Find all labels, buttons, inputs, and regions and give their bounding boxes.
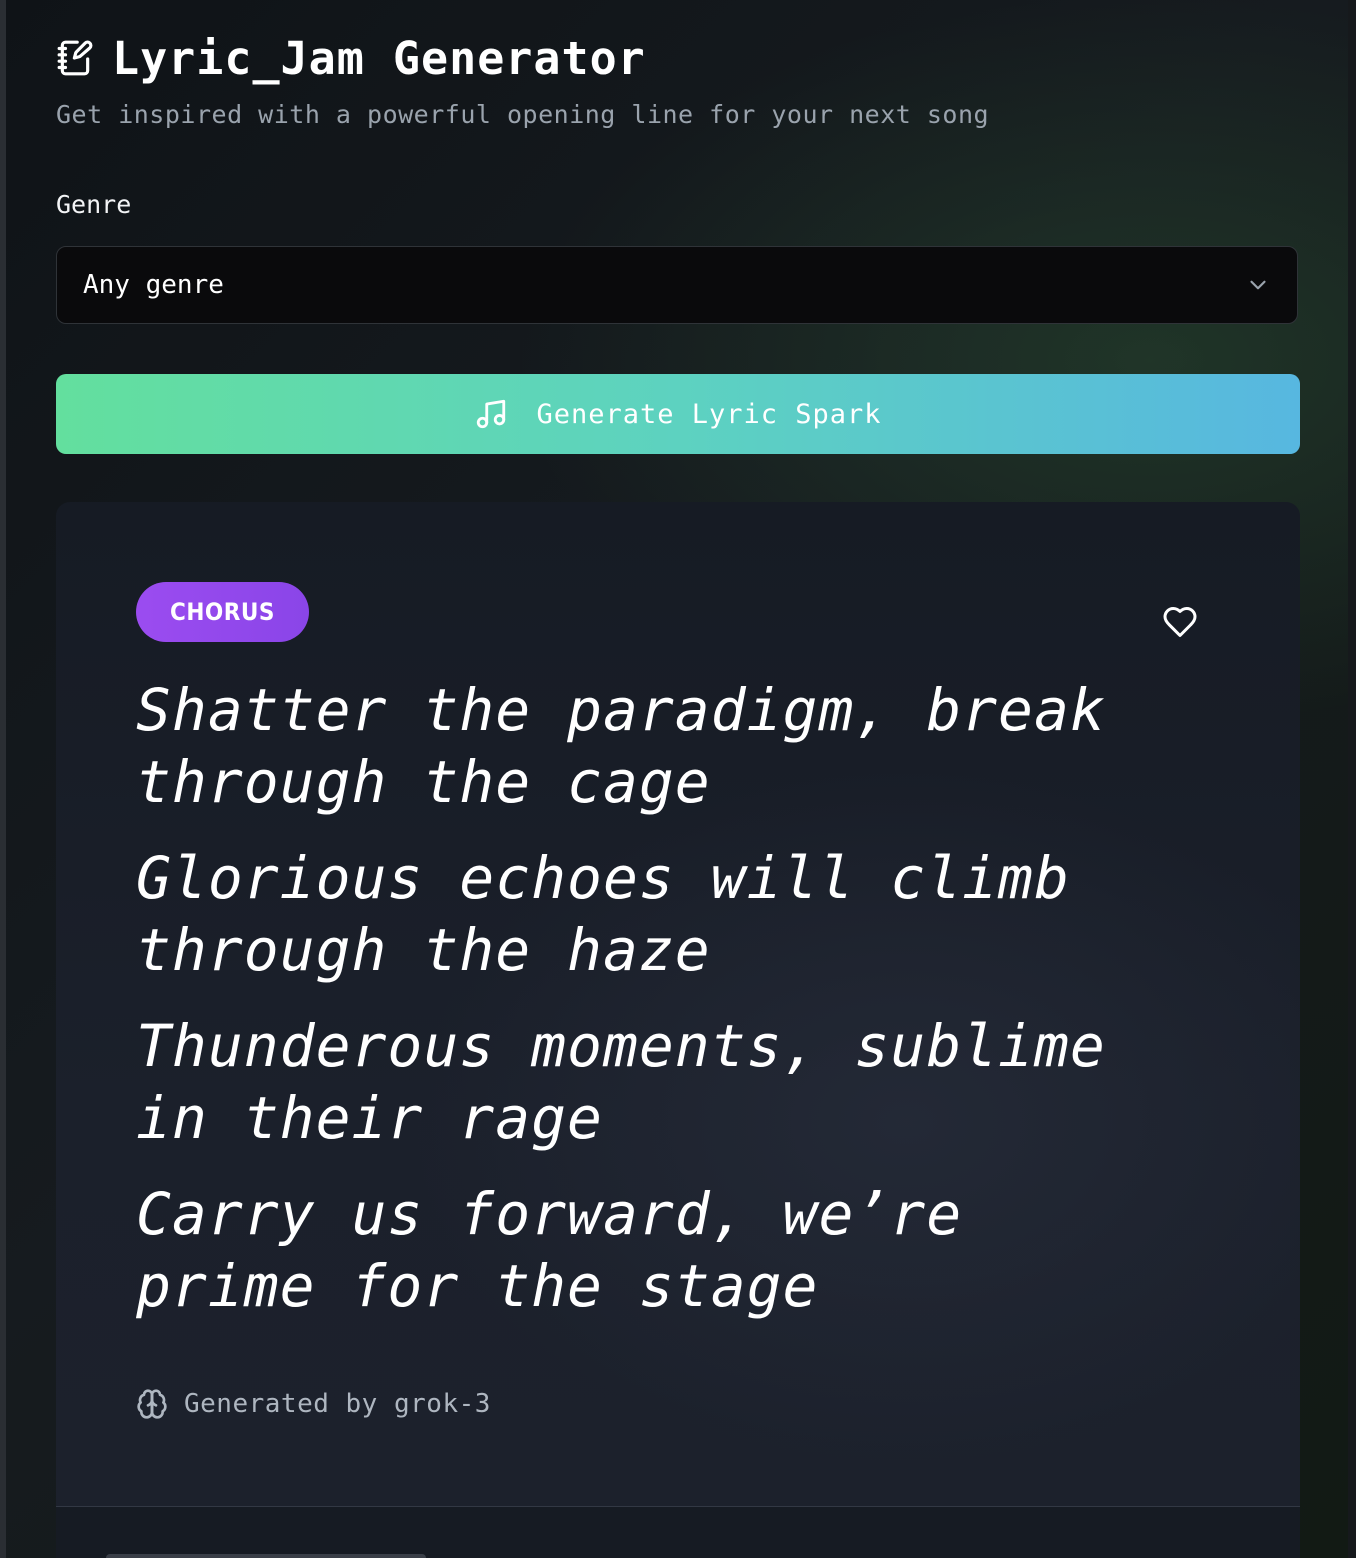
generate-button[interactable]: Generate Lyric Spark [56,374,1300,454]
heart-icon[interactable] [1162,604,1198,640]
lyric-line: Carry us forward, we’re prime for the st… [136,1180,963,1320]
genre-select[interactable]: Any genre [56,246,1298,324]
lyric-line: Glorious echoes will climb through the h… [136,844,1070,984]
brain-icon [136,1388,168,1420]
page-header: Lyric_Jam Generator Get inspired with a … [56,30,1300,130]
page-title: Lyric_Jam Generator [112,31,646,85]
genre-select-value: Any genre [83,270,224,300]
section-badge: CHORUS [136,582,309,642]
lyric-line: Thunderous moments, sublime in their rag… [136,1012,1106,1152]
window-right-edge [1348,0,1356,1558]
lyric-lines: Shatter the paradigm, break through the … [136,674,1116,1346]
lyric-card: CHORUS Shatter the paradigm, break throu… [56,502,1300,1506]
lower-panel-element [106,1554,426,1558]
generate-button-label: Generate Lyric Spark [536,398,882,430]
music-note-icon [474,397,508,431]
lower-panel [56,1507,1300,1558]
generated-by-row: Generated by grok-3 [136,1388,491,1420]
title-row: Lyric_Jam Generator [56,30,1300,86]
generated-by-text: Generated by grok-3 [184,1389,491,1419]
window-left-edge [0,0,6,1558]
page-subtitle: Get inspired with a powerful opening lin… [56,100,990,129]
chevron-down-icon [1245,272,1271,298]
genre-label: Genre [56,190,132,219]
app-page: Lyric_Jam Generator Get inspired with a … [0,0,1356,1558]
lyric-line: Shatter the paradigm, break through the … [136,676,1106,816]
notebook-pen-icon [56,39,94,77]
